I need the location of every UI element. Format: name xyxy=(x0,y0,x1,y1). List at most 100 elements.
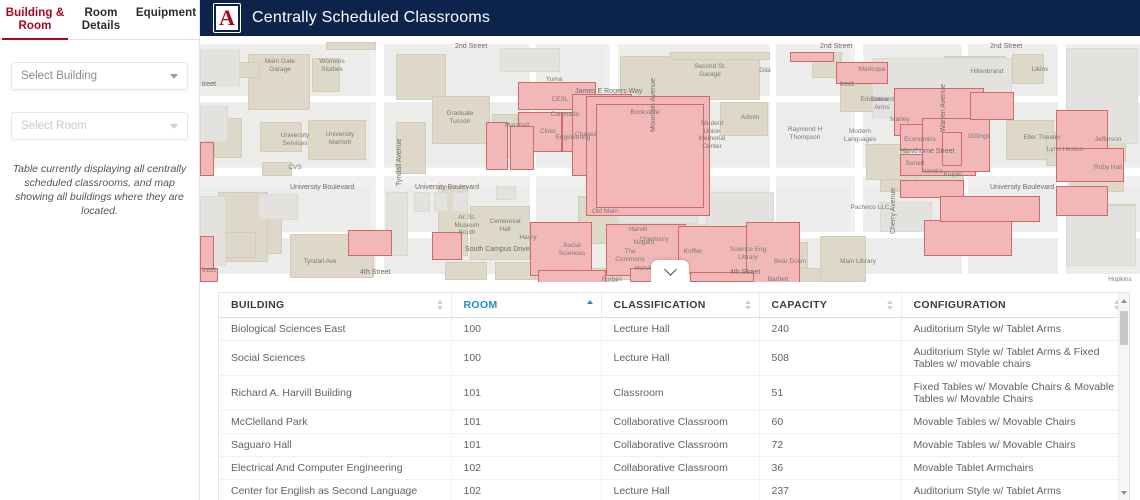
cell-building: Biological Sciences East xyxy=(219,317,452,341)
map-building xyxy=(495,262,535,280)
map-building-highlighted[interactable] xyxy=(924,220,1012,256)
map-building-highlighted[interactable] xyxy=(970,92,1014,120)
column-header-capacity-label: CAPACITY xyxy=(771,298,828,311)
column-header-capacity[interactable]: CAPACITY xyxy=(759,293,902,318)
map-building-highlighted[interactable] xyxy=(836,62,888,84)
map-building-highlighted[interactable] xyxy=(1056,148,1124,182)
table-row[interactable]: Saguaro Hall 101 Collaborative Classroom 72… xyxy=(219,433,1129,457)
cell-capacity: 72 xyxy=(759,433,902,457)
table-header-row: BUILDING ROOM CLASSIFICATION CAPACITY CO… xyxy=(219,293,1129,318)
cell-building: Richard A. Harvill Building xyxy=(219,375,452,411)
column-header-room[interactable]: ROOM xyxy=(451,293,602,318)
cell-classification: Classroom xyxy=(601,375,760,411)
map-building-highlighted[interactable] xyxy=(942,132,962,166)
classroom-table-shell: BUILDING ROOM CLASSIFICATION CAPACITY CO… xyxy=(218,292,1130,500)
sort-ascending-icon[interactable] xyxy=(586,299,594,311)
column-header-building[interactable]: BUILDING xyxy=(219,293,452,318)
map-building-highlighted[interactable] xyxy=(1056,186,1108,216)
building-select[interactable]: Select Building xyxy=(11,62,188,90)
sort-icon[interactable] xyxy=(744,299,752,311)
cell-configuration: Movable Tablet Armchairs xyxy=(901,456,1129,480)
map-building xyxy=(396,54,446,100)
scrollbar-thumb[interactable] xyxy=(1120,311,1128,345)
map-building-highlighted[interactable] xyxy=(790,52,834,62)
map-building-highlighted[interactable] xyxy=(1056,110,1108,150)
scroll-up-icon[interactable] xyxy=(1121,299,1127,303)
map-building-highlighted[interactable] xyxy=(432,232,462,260)
table-header: BUILDING ROOM CLASSIFICATION CAPACITY CO… xyxy=(219,293,1129,318)
building-select-value: Select Building xyxy=(21,70,98,82)
cell-capacity: 60 xyxy=(759,410,902,434)
map-building xyxy=(312,58,340,92)
map-building-highlighted[interactable] xyxy=(690,272,754,282)
chevron-down-icon xyxy=(170,74,178,79)
map-building-highlighted[interactable] xyxy=(200,268,218,282)
map-building-highlighted[interactable] xyxy=(200,142,214,176)
cell-building: Electrical And Computer Engineering xyxy=(219,456,452,480)
cell-capacity: 508 xyxy=(759,340,902,376)
map-building-highlighted[interactable] xyxy=(538,270,606,282)
column-header-configuration-label: CONFIGURATION xyxy=(913,298,1006,311)
cell-configuration: Movable Tables w/ Movable Chairs xyxy=(901,410,1129,434)
app-header: A Centrally Scheduled Classrooms xyxy=(200,0,1140,36)
filters: Select Building Select Room xyxy=(0,62,199,140)
tab-bar: Building & Room Room Details Equipment xyxy=(0,0,199,40)
campus-map[interactable]: Main Gate Garage Womens Studies Graduate T… xyxy=(200,36,1140,282)
map-canvas: Main Gate Garage Womens Studies Graduate T… xyxy=(200,36,1140,282)
cell-room: 100 xyxy=(451,317,602,341)
room-select[interactable]: Select Room xyxy=(11,112,188,140)
column-header-building-label: BUILDING xyxy=(231,298,285,311)
map-building xyxy=(260,122,302,152)
tab-room-details[interactable]: Room Details xyxy=(70,0,132,40)
classroom-table-region: BUILDING ROOM CLASSIFICATION CAPACITY CO… xyxy=(200,282,1140,500)
table-row[interactable]: Richard A. Harvill Building 101 Classroom 5… xyxy=(219,375,1129,411)
map-building-highlighted[interactable] xyxy=(596,104,704,208)
sort-icon[interactable] xyxy=(436,299,444,311)
map-building xyxy=(258,194,298,220)
cell-capacity: 36 xyxy=(759,456,902,480)
cell-configuration: Fixed Tables w/ Movable Chairs & Movable… xyxy=(901,375,1129,411)
table-row[interactable]: Biological Sciences East 100 Lecture Hall 2… xyxy=(219,317,1129,341)
cell-classification: Lecture Hall xyxy=(601,317,760,341)
chevron-down-icon xyxy=(170,124,178,129)
scroll-down-icon[interactable] xyxy=(1121,491,1127,495)
map-building xyxy=(200,106,228,142)
tab-building-room[interactable]: Building & Room xyxy=(0,0,70,40)
map-building-highlighted[interactable] xyxy=(530,222,592,276)
cell-configuration: Movable Tables w/ Movable Chairs xyxy=(901,433,1129,457)
map-building xyxy=(470,206,530,260)
map-building-highlighted[interactable] xyxy=(348,230,392,256)
sidebar: Building & Room Room Details Equipment S… xyxy=(0,0,200,500)
map-building-highlighted[interactable] xyxy=(678,226,752,274)
map-building xyxy=(432,96,490,144)
column-header-classification-label: CLASSIFICATION xyxy=(613,298,706,311)
map-building-highlighted[interactable] xyxy=(486,122,508,170)
logo-letter: A xyxy=(219,5,235,30)
cell-room: 101 xyxy=(451,410,602,434)
map-building-highlighted[interactable] xyxy=(510,126,534,170)
map-building-highlighted[interactable] xyxy=(746,222,800,282)
table-row[interactable]: Center for English as Second Language 102… xyxy=(219,479,1129,500)
tab-room-details-label: Room Details xyxy=(81,7,121,32)
column-header-configuration[interactable]: CONFIGURATION xyxy=(901,293,1129,318)
table-row[interactable]: Social Sciences 100 Lecture Hall 508 Auditor… xyxy=(219,340,1129,376)
map-building xyxy=(452,192,468,212)
map-building xyxy=(820,236,866,282)
map-building xyxy=(414,192,430,212)
tab-equipment[interactable]: Equipment xyxy=(132,0,200,40)
map-building-highlighted[interactable] xyxy=(940,196,1040,222)
column-header-classification[interactable]: CLASSIFICATION xyxy=(601,293,760,318)
cell-capacity: 51 xyxy=(759,375,902,411)
room-select-value: Select Room xyxy=(21,120,87,132)
cell-building: Saguaro Hall xyxy=(219,433,452,457)
classroom-table: BUILDING ROOM CLASSIFICATION CAPACITY CO… xyxy=(219,293,1129,500)
sort-icon[interactable] xyxy=(886,299,894,311)
table-scrollbar[interactable] xyxy=(1118,293,1129,500)
table-row[interactable]: McClelland Park 101 Collaborative Classroo… xyxy=(219,410,1129,434)
table-row[interactable]: Electrical And Computer Engineering 102 Co… xyxy=(219,456,1129,480)
cell-classification: Lecture Hall xyxy=(601,479,760,500)
map-collapse-button[interactable] xyxy=(651,260,689,282)
cell-configuration: Auditorium Style w/ Tablet Arms xyxy=(901,317,1129,341)
cell-room: 102 xyxy=(451,479,602,500)
map-building xyxy=(396,122,426,174)
